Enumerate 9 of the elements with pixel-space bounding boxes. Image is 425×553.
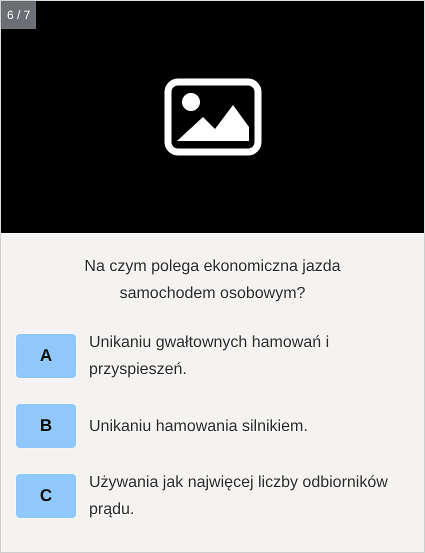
question-text: Na czym polega ekonomiczna jazda samochodem osobowym? <box>83 257 342 304</box>
answer-text: Unikaniu hamowania silnikiem. <box>89 416 308 436</box>
answer-text: Używania jak najwięcej liczby odbiorników prądu. <box>89 473 389 520</box>
image-icon <box>162 77 262 157</box>
slide-counter: 6 / 7 <box>1 1 36 29</box>
answer-button[interactable]: C <box>16 474 76 518</box>
answer-text: Unikaniu gwałtownych hamowań i przyspieszeń. <box>89 333 330 380</box>
answer-button[interactable]: A <box>16 334 76 378</box>
answer-button[interactable]: B <box>16 404 76 448</box>
